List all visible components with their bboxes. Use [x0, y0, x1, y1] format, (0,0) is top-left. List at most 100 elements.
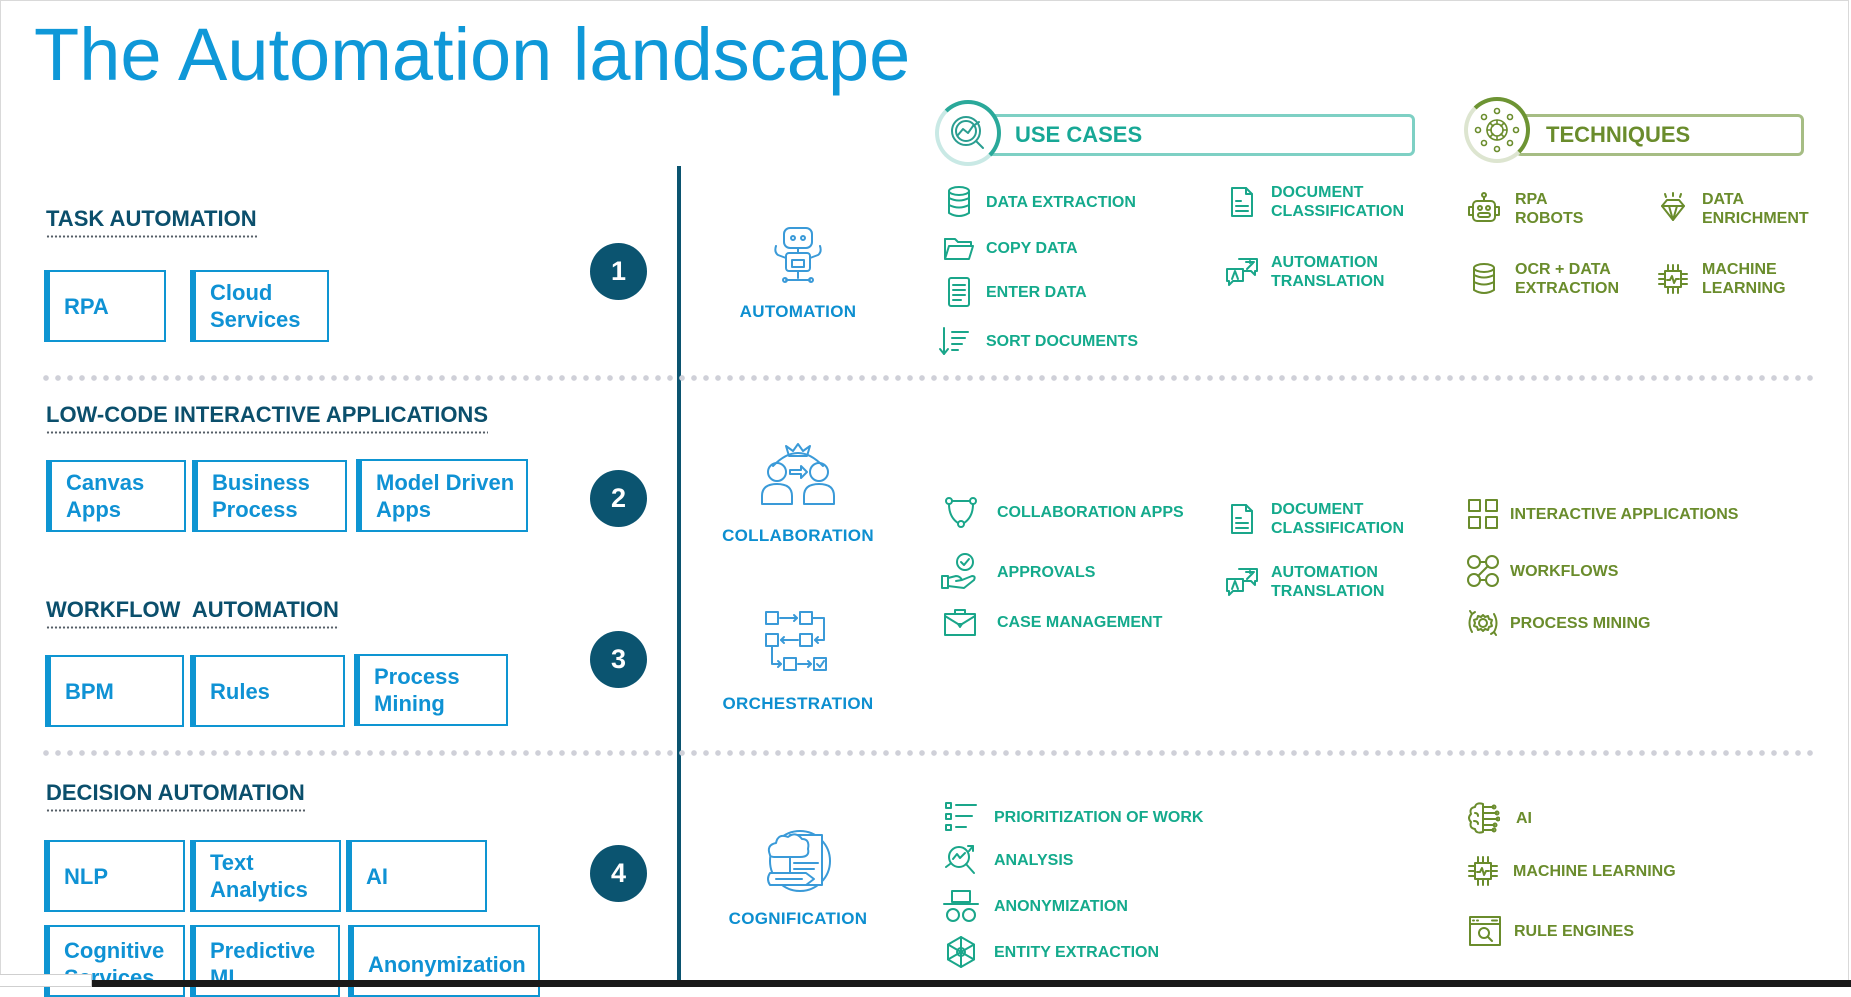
box-bpm[interactable]: BPM: [45, 655, 184, 727]
brain-circuit-icon: [1468, 802, 1500, 834]
technique-label: DATA ENRICHMENT: [1702, 191, 1809, 227]
use-case-anonymization[interactable]: ANONYMIZATION: [942, 889, 1128, 923]
category-label: COLLABORATION: [722, 526, 874, 545]
database-icon: [1473, 263, 1495, 294]
use-case-label: DATA EXTRACTION: [986, 193, 1136, 211]
use-case-label: ANONYMIZATION: [994, 897, 1128, 915]
orchestration-flow-icon: [765, 611, 827, 671]
use-case-document-classification-2[interactable]: DOCUMENT CLASSIFICATION: [1225, 500, 1404, 538]
use-case-label: PRIORITIZATION OF WORK: [994, 808, 1204, 826]
number-badge-3: 3: [590, 631, 647, 688]
category-orchestration: ORCHESTRATION: [708, 610, 888, 714]
category-collaboration: COLLABORATION: [708, 440, 888, 546]
technique-label: MACHINE LEARNING: [1702, 261, 1786, 297]
box-text-analytics[interactable]: Text Analytics: [190, 840, 341, 912]
technique-machine-learning[interactable]: MACHINE LEARNING: [1656, 260, 1786, 298]
use-case-label: DOCUMENT CLASSIFICATION: [1271, 184, 1405, 220]
use-case-label: ENTITY EXTRACTION: [994, 943, 1160, 961]
document-lines-icon: [948, 277, 970, 307]
box-label: Model Driven Apps: [376, 469, 515, 522]
incognito-icon: [943, 890, 979, 922]
use-case-label: SORT DOCUMENTS: [986, 332, 1138, 350]
use-case-case-management[interactable]: CASE MANAGEMENT: [943, 605, 1162, 639]
box-business-process[interactable]: Business Process: [192, 460, 347, 532]
robot-head-icon: [1468, 192, 1500, 222]
use-case-label: CASE MANAGEMENT: [997, 613, 1163, 631]
folder-icon: [944, 238, 974, 260]
use-case-prioritization-of-work[interactable]: PRIORITIZATION OF WORK: [944, 800, 1203, 834]
browser-search-icon: [1469, 916, 1501, 946]
technique-interactive-applications[interactable]: INTERACTIVE APPLICATIONS: [1466, 497, 1738, 531]
analysis-magnifier-icon: [945, 845, 975, 874]
use-case-analysis[interactable]: ANALYSIS: [944, 843, 1073, 877]
technique-data-enrichment[interactable]: DATA ENRICHMENT: [1656, 190, 1809, 228]
techniques-ring: [1464, 97, 1530, 163]
database-icon: [948, 186, 970, 217]
technique-machine-learning-2[interactable]: MACHINE LEARNING: [1466, 854, 1676, 888]
use-case-label: ENTER DATA: [986, 283, 1087, 301]
use-case-label: AUTOMATION TRANSLATION: [1271, 254, 1385, 290]
technique-label: MACHINE LEARNING: [1513, 862, 1676, 880]
technique-label: AI: [1516, 809, 1532, 827]
hand-check-icon: [941, 553, 976, 589]
technique-workflows[interactable]: WORKFLOWS: [1466, 554, 1618, 588]
technique-ai[interactable]: AI: [1466, 801, 1532, 835]
technique-label: OCR + DATA EXTRACTION: [1515, 261, 1619, 297]
technique-process-mining[interactable]: PROCESS MINING: [1466, 606, 1650, 640]
technique-label: INTERACTIVE APPLICATIONS: [1510, 505, 1739, 523]
techniques-title: TECHNIQUES: [1546, 122, 1691, 147]
box-label: Canvas Apps: [66, 470, 145, 522]
technique-rule-engines[interactable]: RULE ENGINES: [1468, 914, 1634, 948]
use-case-label: ANALYSIS: [994, 851, 1074, 869]
bottom-tab[interactable]: [0, 974, 92, 987]
box-ai[interactable]: AI: [346, 840, 487, 912]
use-case-document-classification[interactable]: DOCUMENT CLASSIFICATION: [1225, 183, 1404, 221]
use-case-sort-documents[interactable]: SORT DOCUMENTS: [938, 324, 1138, 358]
translation-icon: [1226, 568, 1258, 596]
use-case-copy-data[interactable]: COPY DATA: [942, 231, 1078, 265]
technique-rpa-robots[interactable]: RPA ROBOTS: [1467, 190, 1583, 228]
box-model-driven-apps[interactable]: Model Driven Apps: [356, 459, 528, 532]
section-heading-workflow: WORKFLOW AUTOMATION: [46, 597, 339, 629]
use-case-label: COPY DATA: [986, 239, 1078, 257]
grid-icon: [1468, 499, 1498, 529]
chip-icon: [1468, 856, 1498, 886]
chip-icon: [1658, 264, 1688, 294]
use-case-approvals[interactable]: APPROVALS: [940, 552, 1095, 592]
cognification-icon: [767, 830, 831, 892]
box-label: Text Analytics: [210, 850, 308, 902]
diamond-icon: [1661, 192, 1685, 221]
bottom-bar: [0, 980, 1851, 987]
use-case-label: AUTOMATION TRANSLATION: [1271, 564, 1385, 600]
use-case-entity-extraction[interactable]: ENTITY EXTRACTION: [944, 935, 1159, 969]
sort-icon: [939, 327, 969, 355]
number-badge-2: 2: [590, 470, 647, 527]
category-cognification: COGNIFICATION: [708, 825, 888, 929]
box-nlp[interactable]: NLP: [44, 840, 185, 912]
box-rpa[interactable]: RPA: [44, 270, 166, 342]
separator-dotted: [40, 750, 1815, 756]
use-case-automation-translation[interactable]: AUTOMATION TRANSLATION: [1225, 253, 1384, 291]
box-process-mining[interactable]: Process Mining: [354, 654, 508, 726]
box-cloud-services[interactable]: Cloud Services: [190, 270, 329, 342]
document-icon: [1231, 504, 1253, 534]
category-label: ORCHESTRATION: [722, 694, 874, 713]
translation-icon: [1226, 258, 1258, 286]
number-badge-1: 1: [590, 243, 647, 300]
hexagon-icon: [947, 936, 975, 968]
technique-ocr-data-extraction[interactable]: OCR + DATA EXTRACTION: [1467, 260, 1619, 298]
use-case-collaboration-apps[interactable]: COLLABORATION APPS: [944, 495, 1184, 529]
section-heading-decision: DECISION AUTOMATION: [46, 780, 305, 812]
category-automation: AUTOMATION: [708, 222, 888, 322]
vertical-divider: [677, 166, 681, 987]
use-case-enter-data[interactable]: ENTER DATA: [942, 275, 1087, 309]
use-case-automation-translation-2[interactable]: AUTOMATION TRANSLATION: [1225, 563, 1384, 601]
box-canvas-apps[interactable]: Canvas Apps: [46, 460, 186, 532]
box-rules[interactable]: Rules: [190, 655, 345, 727]
box-label: Business Process: [212, 470, 310, 522]
use-case-label: DOCUMENT CLASSIFICATION: [1271, 501, 1405, 537]
use-case-data-extraction[interactable]: DATA EXTRACTION: [942, 185, 1136, 219]
category-label: AUTOMATION: [739, 302, 857, 321]
briefcase-icon: [944, 609, 976, 636]
separator-dotted: [40, 375, 1815, 381]
